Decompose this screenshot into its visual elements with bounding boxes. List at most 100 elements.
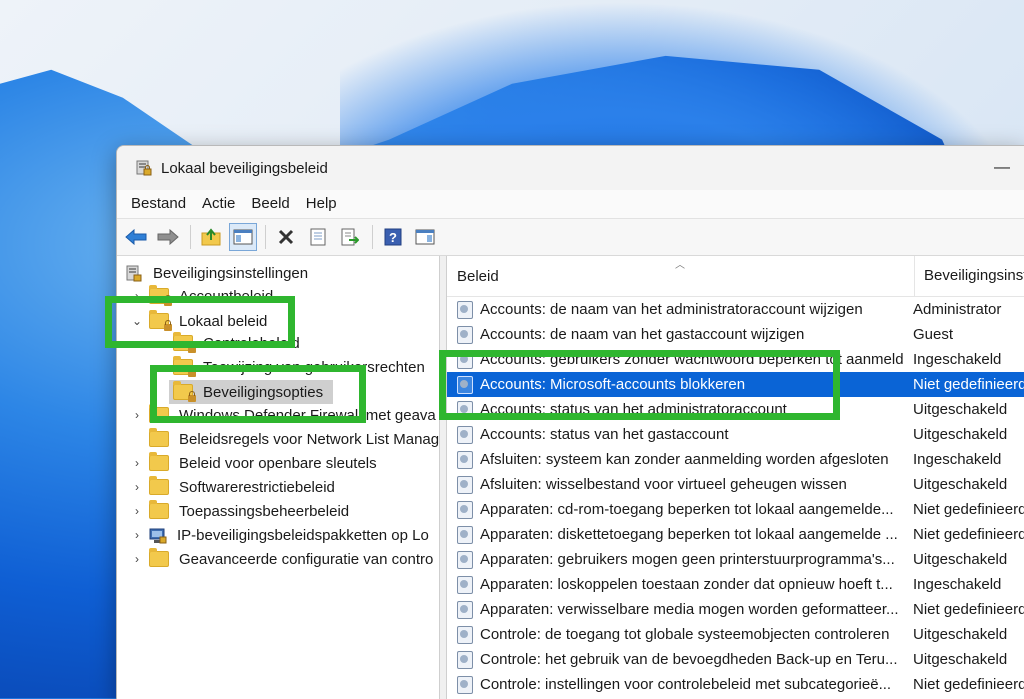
highlight-box-microsoft-accounts — [439, 350, 840, 420]
setting-value: Niet gedefinieerd — [913, 676, 1024, 693]
chevron-right-icon[interactable]: › — [129, 480, 145, 494]
column-header-beveiligingsinstelling[interactable]: Beveiligingsinstellingen — [914, 256, 1024, 296]
help-icon: ? — [384, 228, 402, 246]
minimize-button[interactable]: — — [979, 146, 1024, 190]
setting-value: Uitgeschakeld — [913, 426, 1008, 443]
table-row[interactable]: Accounts: status van het gastaccount Uitg… — [447, 422, 1024, 447]
tree-item-ip-beveiliging[interactable]: › IP-beveiligingsbeleidspakketten op Lo — [129, 523, 429, 547]
policy-name: Controle: het gebruik van de bevoegdhede… — [480, 651, 898, 668]
setting-value: Niet gedefinieerd — [913, 601, 1024, 618]
up-one-level-button[interactable] — [197, 223, 225, 251]
action-pane-icon — [415, 229, 435, 245]
chevron-right-icon[interactable]: › — [129, 552, 145, 566]
table-row[interactable]: Accounts: de naam van het gastaccount wi… — [447, 322, 1024, 347]
folder-icon — [149, 548, 169, 567]
chevron-right-icon[interactable]: › — [129, 528, 145, 542]
properties-icon — [310, 228, 326, 246]
setting-value: Niet gedefinieerd — [913, 501, 1024, 518]
toolbar-separator — [265, 225, 266, 249]
toolbar-separator — [372, 225, 373, 249]
list-header: ︿ Beleid Beveiligingsinstellingen — [447, 256, 1024, 297]
policy-name: Accounts: de naam van het gastaccount wi… — [480, 326, 805, 343]
tree-item-label: Toepassingsbeheerbeleid — [179, 502, 350, 520]
setting-value: Uitgeschakeld — [913, 551, 1008, 568]
show-hide-console-tree-button[interactable] — [229, 223, 257, 251]
tree-item-label: Geavanceerde configuratie van contro — [179, 550, 434, 568]
policy-name: Afsluiten: systeem kan zonder aanmelding… — [480, 451, 889, 468]
policy-cell: Apparaten: loskoppelen toestaan zonder d… — [447, 575, 904, 594]
table-row[interactable]: Controle: instellingen voor controlebele… — [447, 672, 1024, 697]
tree-item-network-list[interactable]: Beleidsregels voor Network List Manag — [129, 427, 439, 451]
setting-value: Uitgeschakeld — [913, 401, 1008, 418]
tree-item-softwarerestrictie[interactable]: › Softwarerestrictiebeleid — [129, 475, 335, 499]
setting-value: Uitgeschakeld — [913, 476, 1008, 493]
export-list-icon — [341, 228, 359, 246]
tree-item-label: IP-beveiligingsbeleidspakketten op Lo — [177, 526, 429, 544]
folder-icon — [149, 428, 169, 447]
policy-setting-icon — [457, 575, 473, 594]
tree-item-toepassingsbeheer[interactable]: › Toepassingsbeheerbeleid — [129, 499, 349, 523]
window-title: Lokaal beveiligingsbeleid — [161, 159, 328, 177]
forward-button[interactable] — [154, 223, 182, 251]
tree-root[interactable]: Beveiligingsinstellingen — [125, 261, 308, 285]
help-button[interactable]: ? — [379, 223, 407, 251]
table-row[interactable]: Accounts: de naam van het administratora… — [447, 297, 1024, 322]
console-tree-icon — [233, 229, 253, 245]
title-bar[interactable]: Lokaal beveiligingsbeleid — — [117, 146, 1024, 190]
policy-cell: Afsluiten: systeem kan zonder aanmelding… — [447, 450, 904, 469]
policy-name: Apparaten: loskoppelen toestaan zonder d… — [480, 576, 893, 593]
tree-item-geavanceerde-configuratie[interactable]: › Geavanceerde configuratie van contro — [129, 547, 433, 571]
properties-button[interactable] — [304, 223, 332, 251]
policy-setting-icon — [457, 475, 473, 494]
policy-name: Controle: instellingen voor controlebele… — [480, 676, 892, 693]
policy-cell: Accounts: de naam van het administratora… — [447, 300, 904, 319]
tree-item-label: Beleid voor openbare sleutels — [179, 454, 377, 472]
chevron-right-icon[interactable]: › — [129, 456, 145, 470]
back-button[interactable] — [122, 223, 150, 251]
table-row[interactable]: Apparaten: cd-rom-toegang beperken tot l… — [447, 497, 1024, 522]
security-policy-app-icon — [135, 159, 153, 177]
pane-splitter[interactable] — [440, 256, 447, 699]
table-row[interactable]: Apparaten: diskettetoegang beperken tot … — [447, 522, 1024, 547]
policy-cell: Afsluiten: wisselbestand voor virtueel g… — [447, 475, 904, 494]
table-row[interactable]: Apparaten: gebruikers mogen geen printer… — [447, 547, 1024, 572]
policy-cell: Apparaten: verwisselbare media mogen wor… — [447, 600, 904, 619]
highlight-box-beveiligingsopties — [150, 365, 366, 423]
table-row[interactable]: Apparaten: verwisselbare media mogen wor… — [447, 597, 1024, 622]
policy-setting-icon — [457, 625, 473, 644]
policy-name: Accounts: de naam van het administratora… — [480, 301, 863, 318]
menu-bar: Bestand Actie Beeld Help — [117, 190, 1024, 219]
folder-icon — [149, 452, 169, 471]
policy-setting-icon — [457, 425, 473, 444]
setting-value: Niet gedefinieerd — [913, 376, 1024, 393]
up-folder-icon — [201, 228, 221, 246]
delete-button[interactable] — [272, 223, 300, 251]
menu-actie[interactable]: Actie — [194, 190, 243, 218]
policy-name: Apparaten: verwisselbare media mogen wor… — [480, 601, 899, 618]
table-row[interactable]: Apparaten: loskoppelen toestaan zonder d… — [447, 572, 1024, 597]
table-row[interactable]: Controle: het gebruik van de bevoegdhede… — [447, 647, 1024, 672]
svg-text:?: ? — [389, 230, 397, 245]
policy-cell: Accounts: status van het gastaccount — [447, 425, 904, 444]
setting-value: Niet gedefinieerd — [913, 526, 1024, 543]
menu-beeld[interactable]: Beeld — [243, 190, 297, 218]
policy-cell: Accounts: de naam van het gastaccount wi… — [447, 325, 904, 344]
policy-cell: Apparaten: diskettetoegang beperken tot … — [447, 525, 904, 544]
policy-cell: Controle: instellingen voor controlebele… — [447, 675, 904, 694]
table-row[interactable]: Afsluiten: systeem kan zonder aanmelding… — [447, 447, 1024, 472]
setting-value: Uitgeschakeld — [913, 626, 1008, 643]
tree-item-label: Beleidsregels voor Network List Manag — [179, 430, 440, 448]
table-row[interactable]: Controle: de toegang tot globale systeem… — [447, 622, 1024, 647]
policy-cell: Apparaten: gebruikers mogen geen printer… — [447, 550, 904, 569]
policy-name: Afsluiten: wisselbestand voor virtueel g… — [480, 476, 847, 493]
folder-icon — [149, 500, 169, 519]
export-list-button[interactable] — [336, 223, 364, 251]
chevron-right-icon[interactable]: › — [129, 408, 145, 422]
toolbar: ? — [117, 219, 1024, 256]
menu-bestand[interactable]: Bestand — [123, 190, 194, 218]
table-row[interactable]: Afsluiten: wisselbestand voor virtueel g… — [447, 472, 1024, 497]
chevron-right-icon[interactable]: › — [129, 504, 145, 518]
action-pane-button[interactable] — [411, 223, 439, 251]
menu-help[interactable]: Help — [298, 190, 345, 218]
tree-item-openbare-sleutels[interactable]: › Beleid voor openbare sleutels — [129, 451, 377, 475]
